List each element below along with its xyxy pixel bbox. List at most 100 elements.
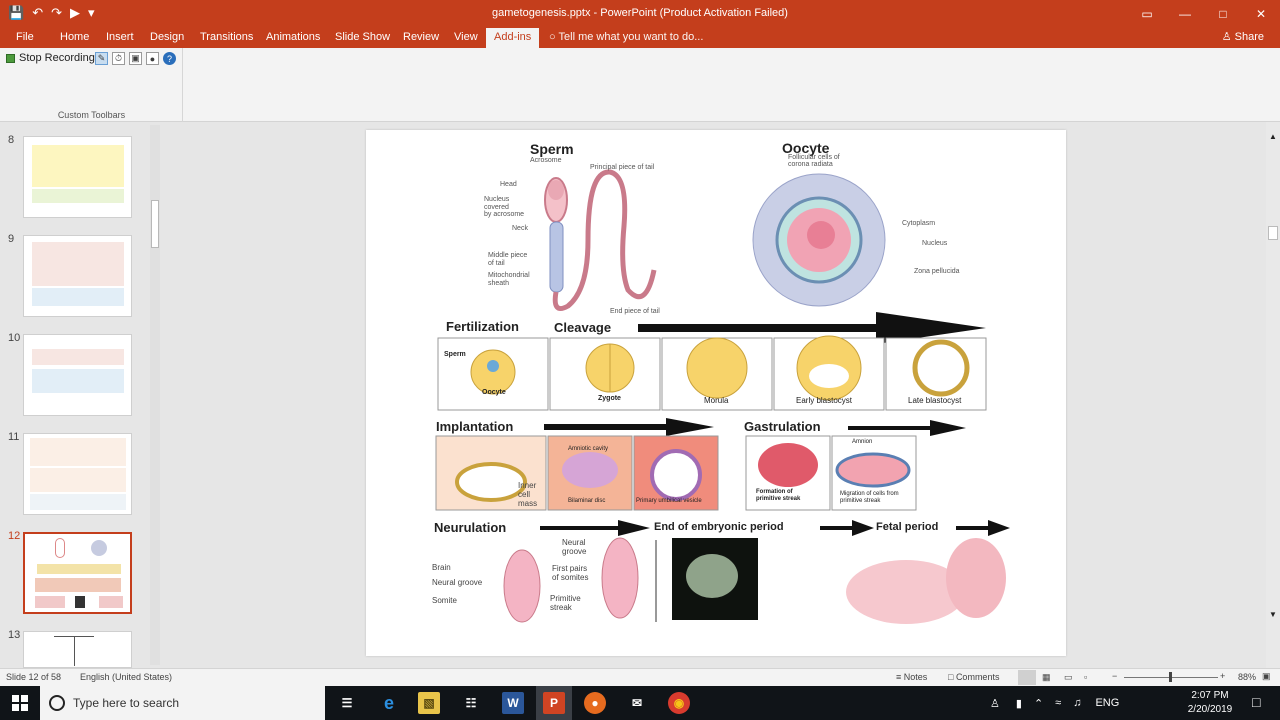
slideshow-view-icon[interactable]: ▫	[1084, 672, 1087, 682]
scrollbar-thumb[interactable]	[151, 200, 159, 248]
store-icon[interactable]: ☷	[460, 692, 482, 714]
tab-insert[interactable]: Insert	[106, 28, 134, 48]
slide-thumbnail-pane: 8 9 10 11 12 13	[0, 122, 164, 668]
thumbnail-scrollbar[interactable]	[150, 125, 160, 665]
tab-transitions[interactable]: Transitions	[200, 28, 253, 48]
tab-review[interactable]: Review	[403, 28, 439, 48]
slide-sorter-icon[interactable]: ▦	[1042, 672, 1051, 683]
scroll-down-icon[interactable]: ▼	[1268, 610, 1278, 620]
neurulation-arrow	[540, 520, 650, 536]
scrollbar-thumb[interactable]	[1268, 226, 1278, 240]
battery-icon[interactable]: ▮	[1016, 697, 1022, 710]
scroll-up-icon[interactable]: ▲	[1268, 132, 1278, 142]
implantation-title: Implantation	[436, 419, 514, 434]
volume-icon[interactable]: ♫	[1073, 697, 1081, 709]
tab-design[interactable]: Design	[150, 28, 184, 48]
people-icon[interactable]: ♙	[990, 697, 1000, 710]
chrome-icon[interactable]: ◉	[668, 692, 690, 714]
embryonic-period-arrow	[820, 520, 874, 536]
help-icon[interactable]: ?	[163, 52, 176, 65]
label-formation-of: Formation of	[756, 489, 793, 495]
ribbon-display-options-button[interactable]: ▭	[1128, 0, 1166, 28]
zoom-level[interactable]: 88%	[1238, 672, 1256, 682]
tab-view[interactable]: View	[454, 28, 478, 48]
zoom-in-icon[interactable]: +	[1220, 671, 1225, 681]
close-button[interactable]: ✕	[1242, 0, 1280, 28]
label-oocyte-nucleus: Nucleus	[922, 240, 948, 247]
stop-recording-button[interactable]: Stop Recording	[6, 52, 95, 64]
zoom-slider-thumb[interactable]	[1169, 672, 1172, 682]
current-slide[interactable]: Sperm Acrosome Principal piece of tail H…	[366, 130, 1066, 656]
timer-icon[interactable]: ⏱	[112, 52, 125, 65]
label-mass: mass	[518, 499, 538, 508]
label-first-pairs: First pairs	[552, 564, 588, 573]
record-icon[interactable]: ●	[146, 52, 159, 65]
share-button[interactable]: ♙ Share	[1222, 28, 1264, 48]
canvas-scrollbar[interactable]: ▲ ▼	[1266, 122, 1280, 668]
implantation-arrow	[544, 418, 714, 436]
oocyte-drawing	[752, 173, 886, 307]
minimize-button[interactable]: —	[1166, 0, 1204, 28]
cortana-icon	[49, 695, 65, 711]
label-neural-groove: Neural groove	[432, 578, 483, 587]
label-inner: Inner	[518, 481, 537, 490]
label-acrosome: Acrosome	[530, 157, 562, 164]
slide-counter: Slide 12 of 58	[6, 672, 62, 682]
mail-icon[interactable]: ✉	[626, 692, 648, 714]
slide-thumbnail-8[interactable]	[23, 136, 132, 218]
slide-thumbnail-9[interactable]	[23, 235, 132, 317]
label-zona: Zona pellucida	[914, 268, 960, 275]
taskbar-search-box[interactable]: Type here to search	[40, 686, 325, 720]
zoom-out-icon[interactable]: −	[1112, 671, 1117, 681]
ribbon-tabs: File Home Insert Design Transitions Anim…	[0, 28, 1280, 48]
gastrulation-title: Gastrulation	[744, 419, 821, 434]
windows-start-icon[interactable]	[12, 695, 28, 711]
slide-number: 11	[8, 431, 20, 443]
label-streak: streak	[550, 603, 572, 612]
lightbulb-icon: ○	[549, 31, 559, 43]
notes-button[interactable]: ≡ Notes	[896, 672, 927, 682]
slide-number: 10	[8, 332, 21, 344]
label-by-acrosome: by acrosome	[484, 211, 525, 218]
slide-number: 13	[8, 629, 21, 641]
screenshot-icon[interactable]: ▣	[129, 52, 142, 65]
label-bilaminar-disc: Bilaminar disc	[568, 498, 606, 504]
task-view-icon[interactable]: ☰	[336, 692, 358, 714]
restore-button[interactable]: □	[1204, 0, 1242, 28]
pen-icon[interactable]: ✎	[95, 52, 108, 65]
tab-add-ins[interactable]: Add-ins	[486, 28, 540, 48]
normal-view-icon[interactable]	[1018, 670, 1036, 685]
input-language[interactable]: ENG	[1095, 697, 1119, 709]
notifications-icon[interactable]: □	[1252, 694, 1260, 710]
label-late-blastocyst: Late blastocyst	[908, 396, 962, 405]
tab-slide-show[interactable]: Slide Show	[335, 28, 390, 48]
cleavage-title: Cleavage	[554, 320, 612, 335]
fetal-period-title: Fetal period	[876, 521, 939, 533]
wifi-icon[interactable]: ≈	[1055, 697, 1061, 709]
group-label: Custom Toolbars	[57, 110, 126, 120]
comments-button[interactable]: □ Comments	[948, 672, 999, 682]
person-icon: ♙	[1221, 31, 1235, 43]
tell-me-search[interactable]: ○ Tell me what you want to do...	[549, 28, 703, 48]
slide-thumbnail-13[interactable]	[23, 631, 132, 668]
tab-file[interactable]: File	[16, 28, 34, 48]
powerpoint-icon[interactable]: P	[543, 692, 565, 714]
edge-icon[interactable]: e	[378, 692, 400, 714]
fit-to-window-icon[interactable]: ▣	[1262, 671, 1271, 682]
label-principal-piece: Principal piece of tail	[590, 164, 655, 171]
tab-home[interactable]: Home	[60, 28, 89, 48]
label-early-blastocyst: Early blastocyst	[796, 396, 853, 405]
custom-toolbars-group: Stop Recording ✎ ⏱ ▣ ● ? Custom Toolbars	[0, 48, 183, 122]
language-indicator[interactable]: English (United States)	[80, 672, 172, 682]
clock[interactable]: 2:07 PM 2/20/2019	[1182, 689, 1238, 717]
tab-animations[interactable]: Animations	[266, 28, 320, 48]
show-hidden-icons[interactable]: ⌃	[1034, 697, 1043, 710]
file-explorer-icon[interactable]: ▧	[418, 692, 440, 714]
slide-thumbnail-11[interactable]	[23, 433, 132, 515]
firefox-icon[interactable]: ●	[584, 692, 606, 714]
fetal-period-arrow	[956, 520, 1010, 536]
reading-view-icon[interactable]: ▭	[1064, 672, 1073, 683]
slide-thumbnail-10[interactable]	[23, 334, 132, 416]
word-icon[interactable]: W	[502, 692, 524, 714]
slide-thumbnail-12[interactable]	[23, 532, 132, 614]
